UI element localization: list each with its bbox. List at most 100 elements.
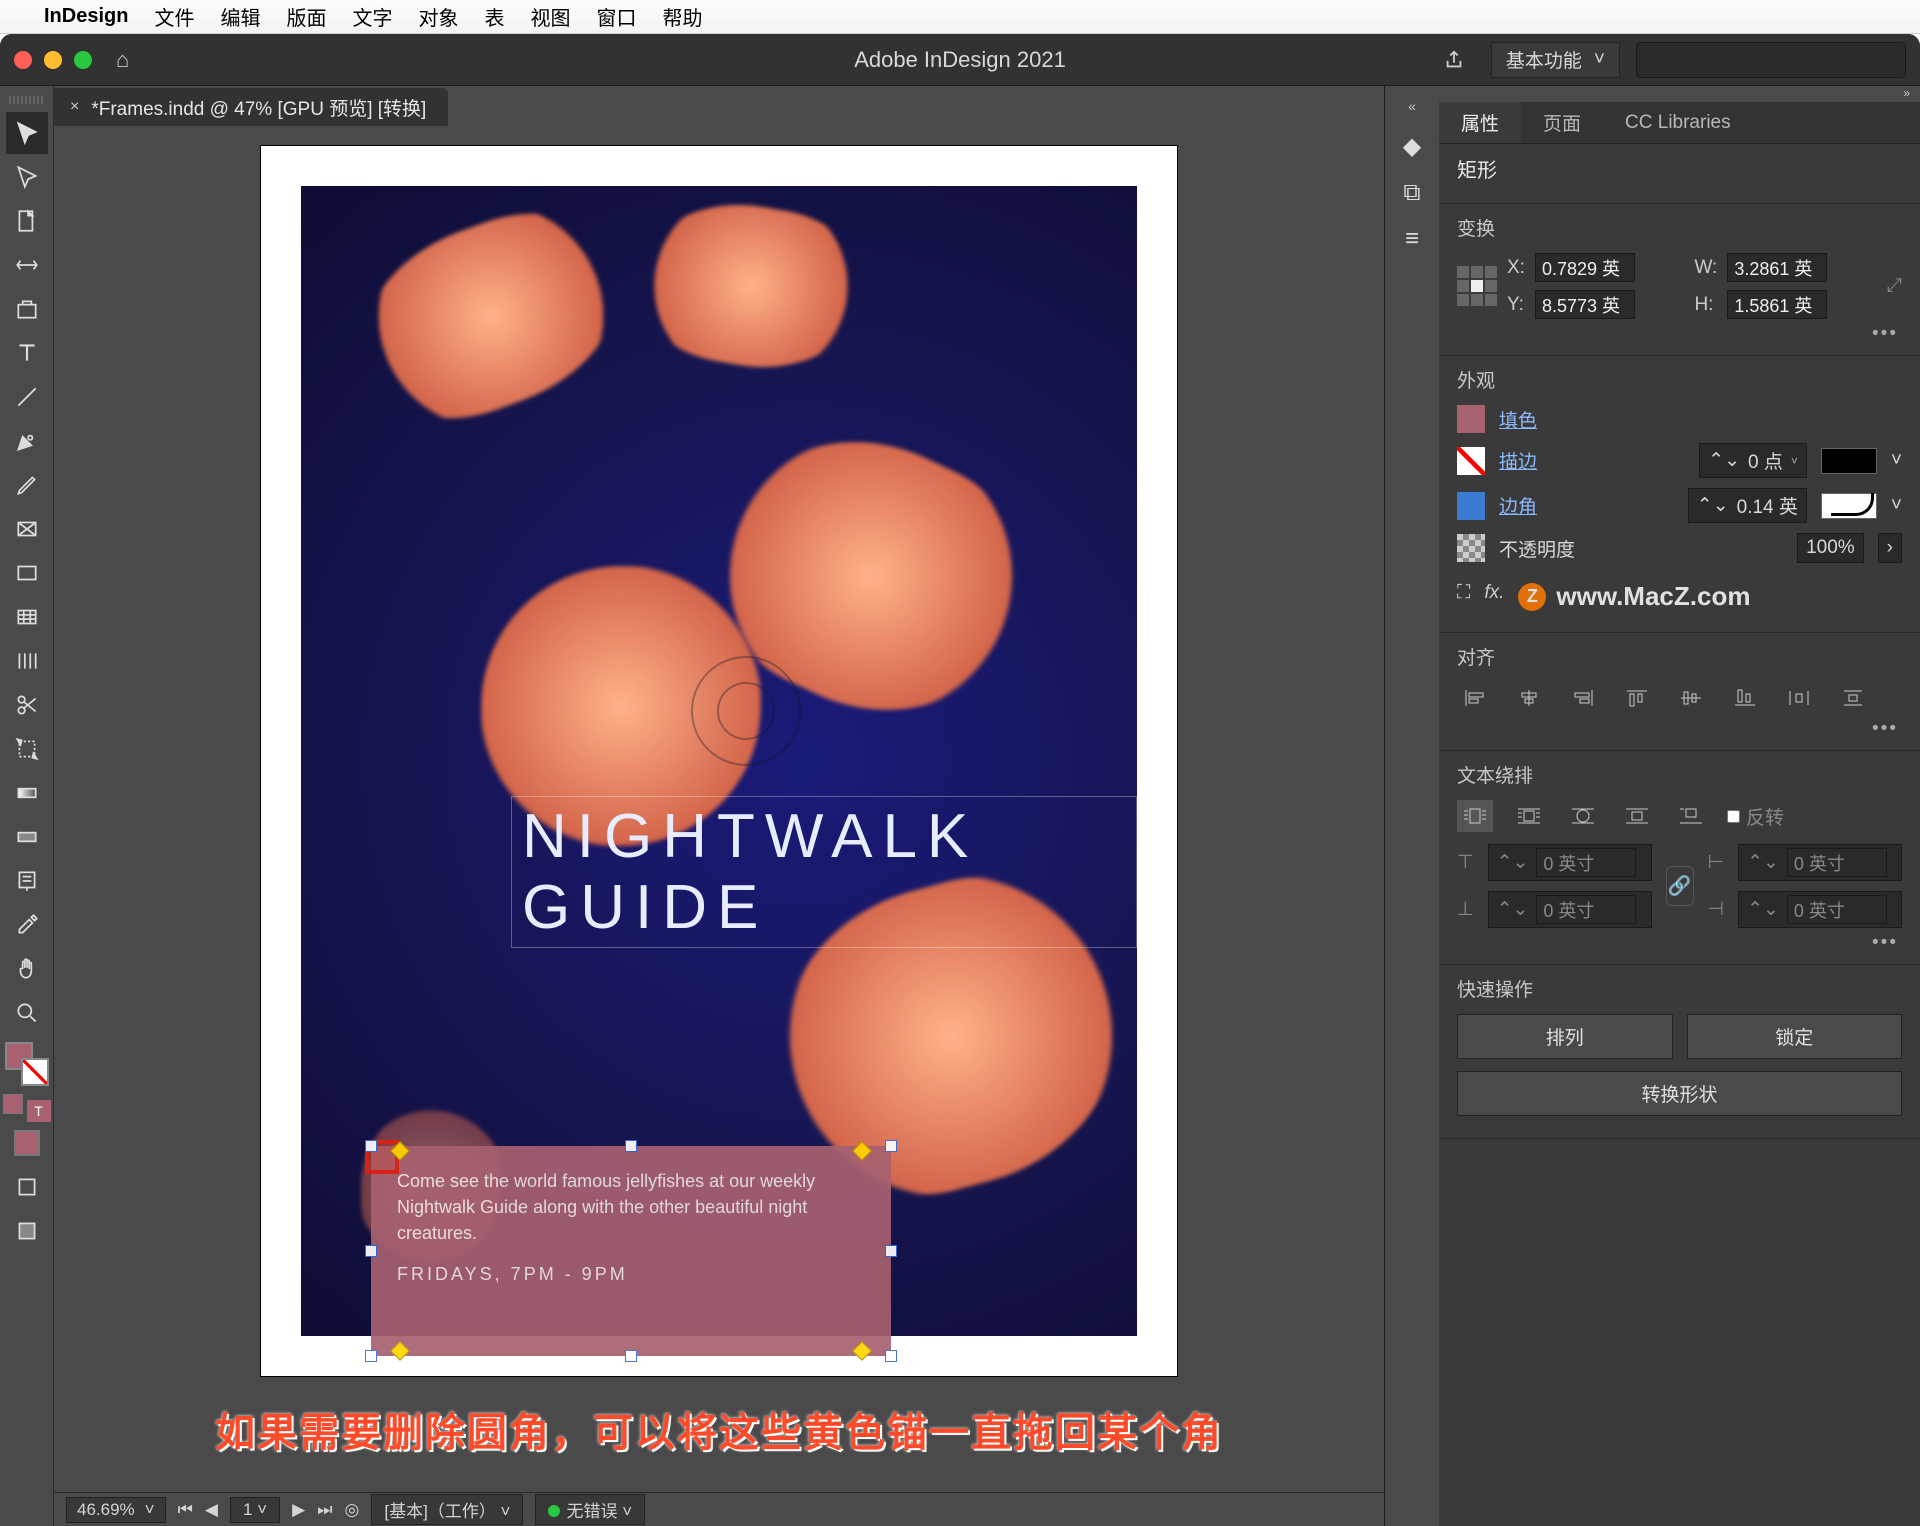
corner-swatch[interactable] bbox=[1457, 492, 1485, 520]
apply-color-icon[interactable] bbox=[3, 1094, 23, 1114]
rectangle-frame-tool[interactable] bbox=[6, 508, 48, 550]
wrap-jump-icon[interactable] bbox=[1619, 800, 1655, 832]
gradient-feather-tool[interactable] bbox=[6, 816, 48, 858]
hand-tool[interactable] bbox=[6, 948, 48, 990]
resize-handle[interactable] bbox=[365, 1350, 377, 1362]
window-close-icon[interactable] bbox=[14, 51, 32, 69]
pen-tool[interactable] bbox=[6, 420, 48, 462]
document-tab[interactable]: × *Frames.indd @ 47% [GPU 预览] [转换] bbox=[54, 88, 448, 126]
resize-handle[interactable] bbox=[625, 1140, 637, 1152]
tab-pages[interactable]: 页面 bbox=[1521, 102, 1603, 143]
first-page-icon[interactable]: ⏮ bbox=[178, 1500, 193, 1520]
menu-edit[interactable]: 编辑 bbox=[220, 2, 260, 31]
y-input[interactable] bbox=[1535, 290, 1635, 319]
reference-point-grid[interactable] bbox=[1457, 266, 1497, 306]
distribute-v-icon[interactable] bbox=[1835, 682, 1871, 714]
wrap-jump-next-icon[interactable] bbox=[1673, 800, 1709, 832]
zoom-tool[interactable] bbox=[6, 992, 48, 1034]
line-tool[interactable] bbox=[6, 376, 48, 418]
collapse-panel-icon[interactable]: » bbox=[1439, 86, 1920, 102]
more-options-icon[interactable]: ••• bbox=[1457, 928, 1902, 954]
corner-shape-dropdown[interactable] bbox=[1821, 493, 1877, 519]
window-minimize-icon[interactable] bbox=[44, 51, 62, 69]
offset-right-input[interactable] bbox=[1787, 895, 1887, 924]
link-offsets-icon[interactable]: 🔗 bbox=[1666, 866, 1694, 906]
opacity-more-icon[interactable]: › bbox=[1878, 533, 1902, 563]
convert-shape-button[interactable]: 转换形状 bbox=[1457, 1071, 1902, 1116]
rectangle-tool[interactable] bbox=[6, 552, 48, 594]
direct-selection-tool[interactable] bbox=[6, 156, 48, 198]
align-vcenter-icon[interactable] bbox=[1673, 682, 1709, 714]
corner-anchor-icon[interactable] bbox=[390, 1341, 410, 1361]
constrain-icon[interactable]: ⤢ bbox=[1887, 275, 1902, 297]
eyedropper-tool[interactable] bbox=[6, 904, 48, 946]
note-tool[interactable] bbox=[6, 860, 48, 902]
share-icon[interactable] bbox=[1433, 43, 1475, 77]
tab-properties[interactable]: 属性 bbox=[1439, 102, 1521, 143]
stroke-weight-input[interactable]: ⌃⌄0 点˅ bbox=[1699, 443, 1807, 478]
align-left-icon[interactable] bbox=[1457, 682, 1493, 714]
free-transform-tool[interactable] bbox=[6, 728, 48, 770]
fill-swatch[interactable] bbox=[1457, 405, 1485, 433]
align-right-icon[interactable] bbox=[1565, 682, 1601, 714]
menu-file[interactable]: 文件 bbox=[154, 2, 194, 31]
resize-handle[interactable] bbox=[365, 1245, 377, 1257]
menu-view[interactable]: 视图 bbox=[530, 2, 570, 31]
table-tool[interactable] bbox=[6, 596, 48, 638]
resize-handle[interactable] bbox=[885, 1350, 897, 1362]
apply-fill-icon[interactable] bbox=[14, 1130, 40, 1156]
wrap-bbox-icon[interactable] bbox=[1511, 800, 1547, 832]
layers-icon[interactable]: ◆ bbox=[1403, 132, 1421, 161]
distribute-h-icon[interactable] bbox=[1781, 682, 1817, 714]
offset-top-input[interactable] bbox=[1536, 848, 1636, 877]
lock-button[interactable]: 锁定 bbox=[1687, 1014, 1903, 1059]
workspace-dropdown[interactable]: 基本功能 ˅ bbox=[1491, 42, 1620, 78]
h-input[interactable] bbox=[1727, 290, 1827, 319]
preflight-status[interactable]: 无错误 ˅ bbox=[535, 1494, 645, 1525]
window-zoom-icon[interactable] bbox=[74, 51, 92, 69]
canvas[interactable]: NIGHTWALK GUIDE Come see the world famou… bbox=[54, 126, 1384, 1492]
align-bottom-icon[interactable] bbox=[1727, 682, 1763, 714]
more-options-icon[interactable]: ••• bbox=[1457, 319, 1902, 345]
page-tool[interactable] bbox=[6, 200, 48, 242]
formatting-text-icon[interactable]: T bbox=[27, 1100, 51, 1122]
stroke-panel-icon[interactable]: ≡ bbox=[1405, 225, 1419, 253]
view-mode-preview[interactable] bbox=[6, 1210, 48, 1252]
fx-icon[interactable]: fx. bbox=[1484, 582, 1504, 604]
invert-checkbox[interactable] bbox=[1727, 810, 1740, 823]
corner-link[interactable]: 边角 bbox=[1499, 492, 1537, 519]
app-menu[interactable]: InDesign bbox=[44, 5, 128, 28]
align-hcenter-icon[interactable] bbox=[1511, 682, 1547, 714]
zoom-dropdown[interactable]: 46.69% ˅ bbox=[66, 1497, 166, 1523]
corner-anchor-icon[interactable] bbox=[852, 1341, 872, 1361]
menu-object[interactable]: 对象 bbox=[418, 2, 458, 31]
selected-rectangle[interactable]: Come see the world famous jellyfishes at… bbox=[371, 1146, 891, 1356]
prev-page-icon[interactable]: ◀ bbox=[205, 1500, 218, 1520]
wrap-shape-icon[interactable] bbox=[1565, 800, 1601, 832]
resize-handle[interactable] bbox=[885, 1140, 897, 1152]
menu-table[interactable]: 表 bbox=[484, 2, 504, 31]
columns-tool[interactable] bbox=[6, 640, 48, 682]
expand-dock-icon[interactable]: « bbox=[1408, 98, 1416, 114]
arrange-button[interactable]: 排列 bbox=[1457, 1014, 1673, 1059]
menu-type[interactable]: 文字 bbox=[352, 2, 392, 31]
selection-tool[interactable] bbox=[6, 112, 48, 154]
x-input[interactable] bbox=[1535, 253, 1635, 282]
wrap-none-icon[interactable] bbox=[1457, 800, 1493, 832]
opacity-swatch[interactable] bbox=[1457, 534, 1485, 562]
home-icon[interactable]: ⌂ bbox=[116, 47, 129, 73]
stroke-link[interactable]: 描边 bbox=[1499, 447, 1537, 474]
open-navigator-icon[interactable]: ◎ bbox=[345, 1500, 360, 1520]
menu-window[interactable]: 窗口 bbox=[596, 2, 636, 31]
w-input[interactable] bbox=[1727, 253, 1827, 282]
content-collector-tool[interactable] bbox=[6, 288, 48, 330]
resize-handle[interactable] bbox=[625, 1350, 637, 1362]
align-top-icon[interactable] bbox=[1619, 682, 1655, 714]
stroke-swatch[interactable] bbox=[1457, 447, 1485, 475]
corner-radius-input[interactable]: ⌃⌄0.14 英 bbox=[1688, 488, 1807, 523]
pencil-tool[interactable] bbox=[6, 464, 48, 506]
last-page-icon[interactable]: ⏭ bbox=[317, 1500, 332, 1520]
page-field[interactable]: 1 ˅ bbox=[230, 1497, 280, 1523]
fill-link[interactable]: 填色 bbox=[1499, 406, 1537, 433]
panel-grip-icon[interactable] bbox=[9, 96, 45, 104]
